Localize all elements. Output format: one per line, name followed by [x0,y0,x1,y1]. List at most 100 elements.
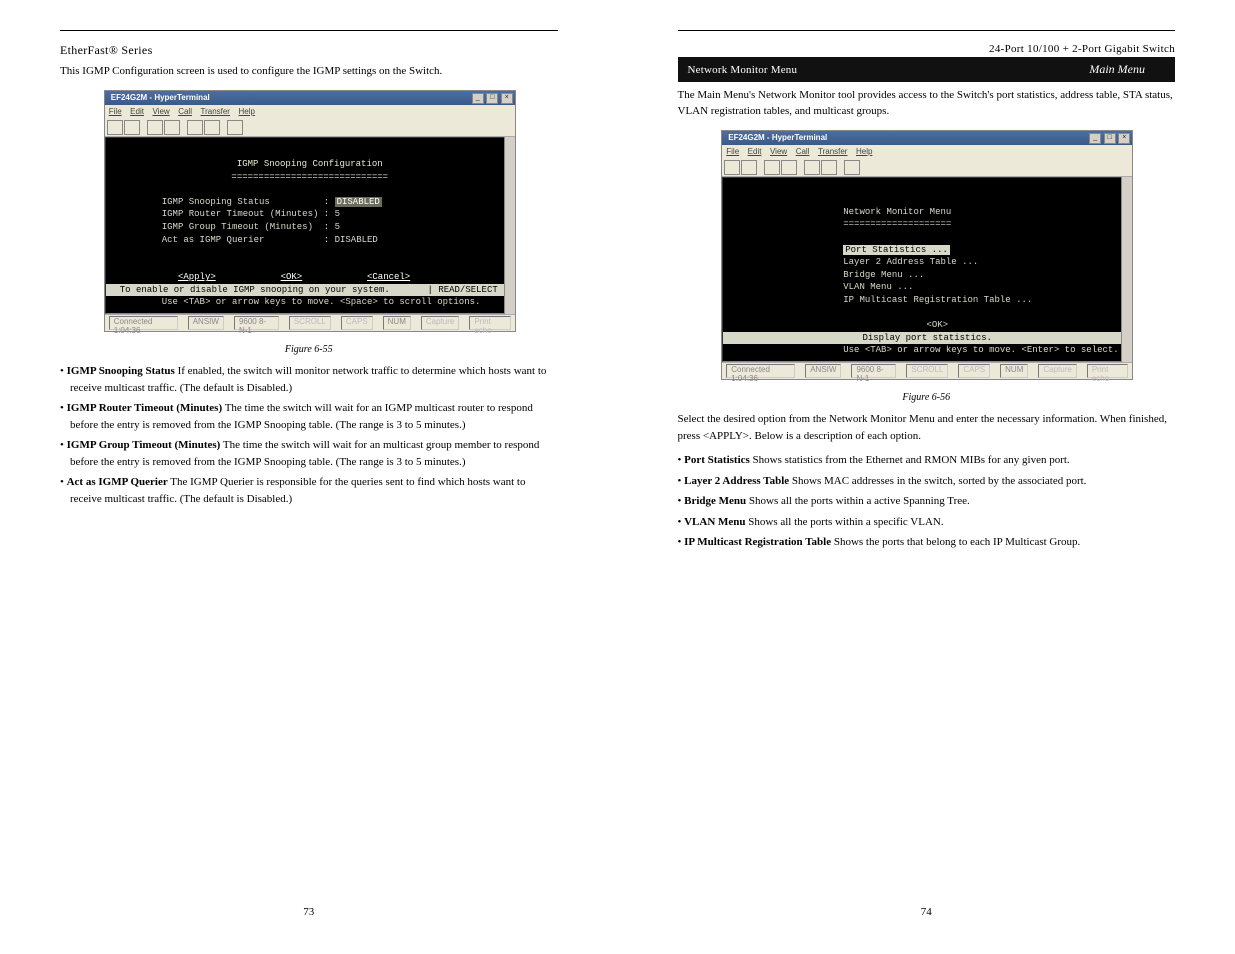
status-emulation: ANSIW [805,364,841,378]
banner-heading: Network Monitor Menu [688,64,798,76]
maximize-icon[interactable]: □ [1104,133,1116,144]
menu-transfer[interactable]: Transfer [200,107,230,116]
def-igmp-group-timeout: • IGMP Group Timeout (Minutes) The time … [60,437,558,470]
cancel-button[interactable]: <Cancel> [367,272,410,282]
close-icon[interactable]: × [1118,133,1130,144]
menu-item-multicast[interactable]: IP Multicast Registration Table ... [843,295,1032,305]
tb-call-icon[interactable] [764,160,780,175]
def-port-statistics: • Port Statistics Shows statistics from … [678,452,1176,469]
window-title: EF24G2M - HyperTerminal [724,133,827,142]
menu-view[interactable]: View [152,107,169,116]
tb-call-icon[interactable] [147,120,163,135]
toolbar-spacer [141,120,146,133]
page-left: EtherFast® Series This IGMP Configuratio… [0,0,618,954]
menu-help[interactable]: Help [856,147,872,156]
menu-item-port-statistics[interactable]: Port Statistics ... [843,245,950,255]
terminal-title: IGMP Snooping Configuration [162,158,458,171]
scrollbar[interactable] [504,137,515,314]
menu-call[interactable]: Call [178,107,192,116]
product-label-right: 24-Port 10/100 + 2-Port Gigabit Switch [678,43,1176,55]
minimize-icon[interactable]: _ [472,93,484,104]
menu-edit[interactable]: Edit [130,107,144,116]
terminal-rule: ==================== [843,218,1031,231]
banner-subheading: Main Menu [1089,62,1145,77]
tb-properties-icon[interactable] [227,120,243,135]
menu-file[interactable]: File [726,147,739,156]
menu-call[interactable]: Call [796,147,810,156]
status-connected: Connected 1:04:36 [726,364,795,378]
status-connected: Connected 1:04:36 [109,316,178,330]
tb-disconnect-icon[interactable] [164,120,180,135]
close-icon[interactable]: × [501,93,513,104]
terminal-area: Network Monitor Menu====================… [722,177,1132,362]
tb-send-icon[interactable] [804,160,820,175]
row-router-timeout: IGMP Router Timeout (Minutes) : 5 [162,209,340,219]
mode-tag: | READ/SELECT [426,284,500,297]
tb-receive-icon[interactable] [821,160,837,175]
menu-item-layer2[interactable]: Layer 2 Address Table ... [843,257,978,267]
value-querier[interactable]: DISABLED [335,235,378,245]
maximize-icon[interactable]: □ [486,93,498,104]
tb-open-icon[interactable] [124,120,140,135]
menu-help[interactable]: Help [239,107,255,116]
terminal-rule: ============================= [162,171,458,184]
figure-caption: Figure 6-55 [60,344,558,355]
menu-item-bridge[interactable]: Bridge Menu ... [843,270,924,280]
menu-file[interactable]: File [109,107,122,116]
status-printecho: Print echo [469,316,510,330]
ok-button[interactable]: <OK> [843,319,1031,332]
tb-new-icon[interactable] [107,120,123,135]
toolbar-spacer [221,120,226,133]
menu-item-vlan[interactable]: VLAN Menu ... [843,282,913,292]
row-igmp-status: IGMP Snooping Status : DISABLED [162,197,382,207]
screenshot-igmp: EF24G2M - HyperTerminal _ □ × File Edit … [104,90,514,332]
window-statusbar: Connected 1:04:36 ANSIW 9600 8-N-1 SCROL… [105,314,515,331]
def-igmp-router-timeout: • IGMP Router Timeout (Minutes) The time… [60,400,558,433]
menu-transfer[interactable]: Transfer [818,147,848,156]
tb-properties-icon[interactable] [844,160,860,175]
tb-new-icon[interactable] [724,160,740,175]
def-act-as-querier: • Act as IGMP Querier The IGMP Querier i… [60,474,558,507]
page-right: 24-Port 10/100 + 2-Port Gigabit Switch N… [618,0,1235,954]
body-paragraph: Select the desired option from the Netwo… [678,411,1176,444]
value-group-timeout[interactable]: 5 [335,222,340,232]
tb-disconnect-icon[interactable] [781,160,797,175]
hyperterminal-window: EF24G2M - HyperTerminal _ □ × File Edit … [104,90,516,332]
tb-receive-icon[interactable] [204,120,220,135]
row-querier: Act as IGMP Querier : DISABLED [162,235,378,245]
top-rule [678,30,1176,31]
nav-help: Use <TAB> or arrow keys to move. <Space>… [162,296,458,309]
help-line: Display port statistics. [723,332,1131,345]
nav-help: Use <TAB> or arrow keys to move. <Enter>… [843,344,1031,357]
status-caps: CAPS [958,364,990,378]
help-line: To enable or disable IGMP snooping on yo… [106,284,514,297]
product-label: EtherFast® Series [60,43,558,58]
screenshot-network-monitor: EF24G2M - HyperTerminal _ □ × File Edit … [721,130,1131,380]
toolbar-spacer [758,160,763,173]
status-emulation: ANSIW [188,316,224,330]
tb-open-icon[interactable] [741,160,757,175]
apply-button[interactable]: <Apply> [178,272,216,282]
value-igmp-status[interactable]: DISABLED [335,197,382,207]
hyperterminal-window: EF24G2M - HyperTerminal _ □ × File Edit … [721,130,1133,380]
toolbar-spacer [798,160,803,173]
row-group-timeout: IGMP Group Timeout (Minutes) : 5 [162,222,340,232]
ok-button[interactable]: <OK> [281,272,303,282]
menu-edit[interactable]: Edit [748,147,762,156]
def-igmp-snooping-status: • IGMP Snooping Status If enabled, the s… [60,363,558,396]
terminal-title: Network Monitor Menu [843,206,1031,219]
value-router-timeout[interactable]: 5 [335,209,340,219]
scrollbar[interactable] [1121,177,1132,362]
status-port: 9600 8-N-1 [234,316,279,330]
def-layer2: • Layer 2 Address Table Shows MAC addres… [678,473,1176,490]
window-titlebar: EF24G2M - HyperTerminal _ □ × [105,91,515,105]
window-title: EF24G2M - HyperTerminal [107,93,210,102]
menu-view[interactable]: View [770,147,787,156]
figure-caption: Figure 6-56 [678,392,1176,403]
tb-send-icon[interactable] [187,120,203,135]
window-titlebar: EF24G2M - HyperTerminal _ □ × [722,131,1132,145]
def-multicast-table: • IP Multicast Registration Table Shows … [678,534,1176,551]
minimize-icon[interactable]: _ [1089,133,1101,144]
page-number: 73 [303,906,314,918]
intro-text: This IGMP Configuration screen is used t… [60,64,558,80]
